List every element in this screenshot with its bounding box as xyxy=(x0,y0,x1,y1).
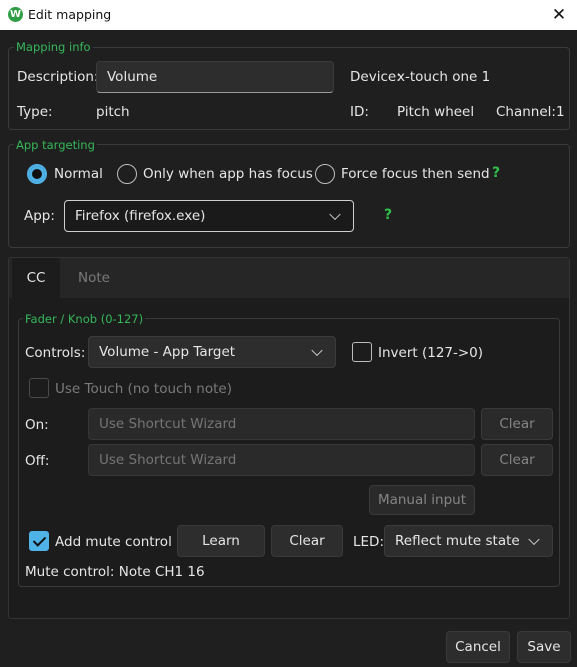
close-icon[interactable]: ✕ xyxy=(547,3,571,27)
tab-cc[interactable]: CC xyxy=(12,258,60,298)
title-bar: W Edit mapping ✕ xyxy=(0,0,577,30)
led-label: LED: xyxy=(353,534,384,550)
id-label: ID: xyxy=(350,104,369,120)
off-label: Off: xyxy=(25,453,50,469)
led-select-value: Reflect mute state xyxy=(395,533,520,549)
on-shortcut-input[interactable] xyxy=(88,408,475,440)
device-value: x-touch one 1 xyxy=(397,69,491,85)
radio-normal-label: Normal xyxy=(54,166,103,182)
chevron-down-icon xyxy=(528,533,540,546)
invert-checkbox[interactable] xyxy=(352,342,372,362)
description-input[interactable] xyxy=(96,61,334,93)
app-logo-icon: W xyxy=(8,7,23,22)
use-touch-checkbox[interactable] xyxy=(29,378,49,398)
radio-force-focus-label: Force focus then send xyxy=(341,166,490,182)
app-targeting-legend: App targeting xyxy=(14,138,97,152)
app-select-value: Firefox (firefox.exe) xyxy=(75,208,206,224)
radio-force-focus[interactable] xyxy=(315,164,335,184)
chevron-down-icon xyxy=(311,344,323,357)
radio-only-when-focus[interactable] xyxy=(117,164,137,184)
cancel-button[interactable]: Cancel xyxy=(446,631,510,663)
manual-input-button[interactable]: Manual input xyxy=(369,485,475,515)
channel-label: Channel: xyxy=(496,104,556,120)
focus-help-icon[interactable]: ? xyxy=(492,165,500,181)
learn-button[interactable]: Learn xyxy=(177,525,265,557)
tab-strip: CC Note xyxy=(9,258,569,298)
led-select[interactable]: Reflect mute state xyxy=(384,525,553,557)
radio-normal[interactable] xyxy=(27,164,47,184)
mute-clear-button[interactable]: Clear xyxy=(271,525,343,557)
channel-value: 1 xyxy=(556,104,565,120)
mute-status-text: Mute control: Note CH1 16 xyxy=(25,564,205,580)
app-help-icon[interactable]: ? xyxy=(384,207,392,223)
app-label: App: xyxy=(24,208,55,224)
mapping-info-legend: Mapping info xyxy=(14,40,93,54)
id-value: Pitch wheel xyxy=(397,104,475,120)
type-label: Type: xyxy=(17,104,53,120)
tab-note[interactable]: Note xyxy=(64,258,124,298)
off-shortcut-input[interactable] xyxy=(88,444,475,476)
controls-select-value: Volume - App Target xyxy=(99,344,236,360)
on-label: On: xyxy=(25,417,49,433)
device-label: Device: xyxy=(350,69,401,85)
on-clear-button[interactable]: Clear xyxy=(481,408,553,440)
controls-label: Controls: xyxy=(25,345,86,361)
window-title: Edit mapping xyxy=(28,7,112,22)
app-select[interactable]: Firefox (firefox.exe) xyxy=(64,200,354,232)
radio-only-when-focus-label: Only when app has focus xyxy=(143,166,313,182)
invert-label: Invert (127->0) xyxy=(378,345,484,361)
fader-knob-legend: Fader / Knob (0-127) xyxy=(23,312,146,326)
save-button[interactable]: Save xyxy=(517,631,571,663)
add-mute-label: Add mute control xyxy=(55,534,172,550)
description-label: Description: xyxy=(17,69,99,85)
off-clear-button[interactable]: Clear xyxy=(481,444,553,476)
add-mute-checkbox[interactable] xyxy=(29,531,49,551)
type-value: pitch xyxy=(96,104,130,120)
use-touch-label: Use Touch (no touch note) xyxy=(55,381,232,397)
controls-select[interactable]: Volume - App Target xyxy=(88,336,336,368)
app-targeting-group xyxy=(8,144,570,248)
chevron-down-icon xyxy=(329,208,341,221)
